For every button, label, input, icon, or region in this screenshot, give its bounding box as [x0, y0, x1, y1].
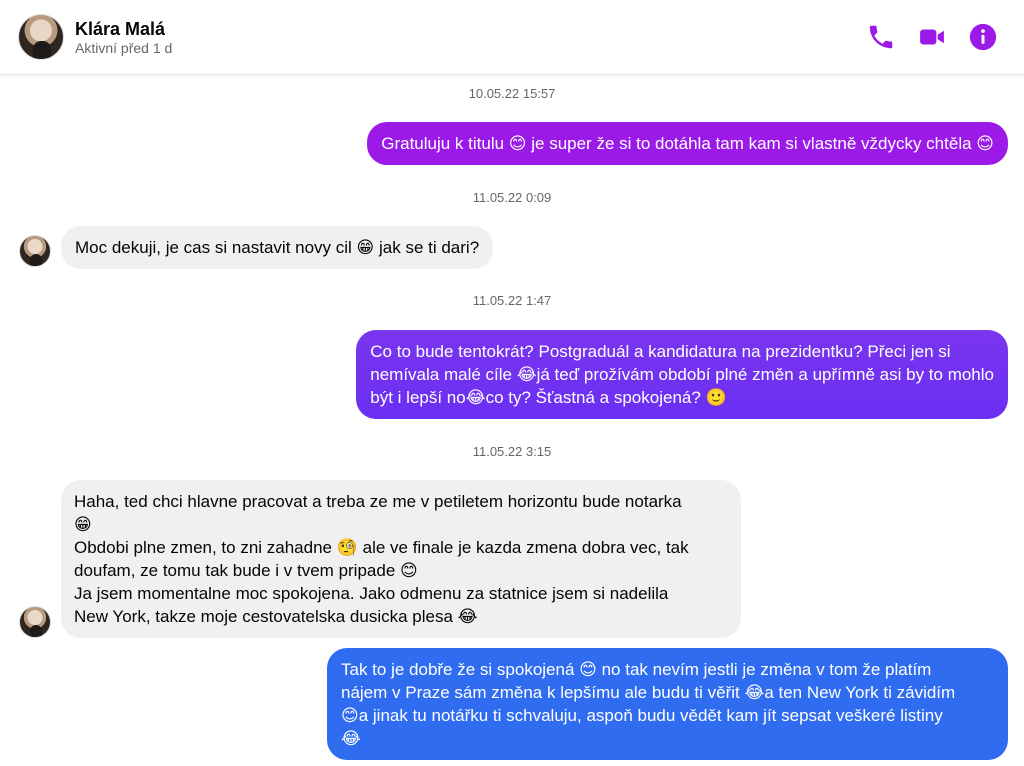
message-line: nájem v Praze sám změna k lepšímu ale bu…	[341, 683, 956, 702]
message-line: nemívala malé cíle 😂já teď prožívám obdo…	[370, 365, 994, 384]
message-line: Co to bude tentokrát? Postgraduál a kand…	[370, 342, 951, 361]
message-line: doufam, ze tomu tak bude i v tvem pripad…	[74, 561, 418, 580]
message-line: Gratuluju k titulu 😊 je super že si to d…	[381, 134, 994, 153]
message-timestamp: 11.05.22 3:15	[472, 444, 552, 459]
message-line: Haha, ted chci hlavne pracovat a treba z…	[74, 492, 682, 511]
message-timestamp: 11.05.22 1:47	[472, 293, 552, 308]
message-line: Tak to je dobře že si spokojená 😊 no tak…	[341, 660, 932, 679]
contact-avatar[interactable]	[18, 14, 64, 60]
message-bubble-outgoing[interactable]: Tak to je dobře že si spokojená 😊 no tak…	[327, 648, 1008, 760]
message-bubble-outgoing[interactable]: Gratuluju k titulu 😊 je super že si to d…	[367, 122, 1008, 165]
contact-avatar-small[interactable]	[19, 606, 51, 638]
message-timestamp: 10.05.22 15:57	[468, 86, 556, 101]
chat-header: Klára Malá Aktivní před 1 d	[0, 0, 1024, 75]
message-line: Obdobi plne zmen, to zni zahadne 🧐 ale v…	[74, 538, 689, 557]
message-line: Ja jsem momentalne moc spokojena. Jako o…	[74, 584, 669, 603]
message-bubble-outgoing[interactable]: Co to bude tentokrát? Postgraduál a kand…	[356, 330, 1008, 419]
message-line: být i lepší no😂co ty? Šťastná a spokojen…	[370, 388, 727, 407]
contact-status: Aktivní před 1 d	[75, 40, 173, 56]
message-bubble-incoming[interactable]: Moc dekuji, je cas si nastavit novy cil …	[61, 226, 494, 269]
message-line: New York, takze moje cestovatelska dusic…	[74, 607, 478, 626]
video-icon[interactable]	[917, 22, 947, 52]
message-line: 😁	[74, 515, 92, 534]
message-line: 😊a jinak tu notářku ti schvaluju, aspoň …	[341, 706, 943, 725]
info-icon[interactable]	[968, 22, 998, 52]
contact-name[interactable]: Klára Malá	[75, 19, 165, 40]
phone-icon[interactable]	[866, 22, 896, 52]
contact-avatar-small[interactable]	[19, 235, 51, 267]
message-bubble-incoming[interactable]: Haha, ted chci hlavne pracovat a treba z…	[61, 480, 741, 638]
message-timestamp: 11.05.22 0:09	[472, 190, 552, 205]
message-line: 😂	[341, 729, 361, 748]
message-line: Moc dekuji, je cas si nastavit novy cil …	[75, 238, 480, 257]
